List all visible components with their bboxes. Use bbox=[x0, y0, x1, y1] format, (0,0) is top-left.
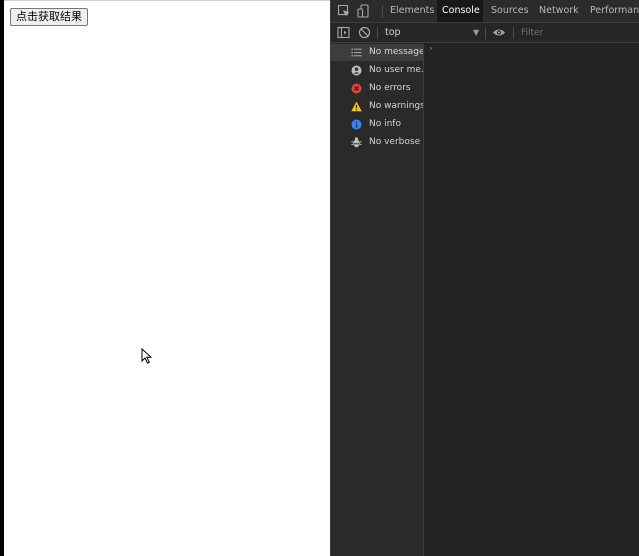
info-icon bbox=[351, 119, 362, 130]
clear-console-icon[interactable] bbox=[358, 26, 371, 39]
console-sidebar: No messages No user me... No errors No bbox=[331, 43, 424, 556]
sidebar-item-label: No messages bbox=[369, 47, 423, 57]
warning-icon bbox=[351, 101, 362, 112]
error-icon bbox=[351, 83, 362, 94]
sidebar-item-errors[interactable]: No errors bbox=[331, 80, 423, 97]
tab-console[interactable]: Console bbox=[437, 0, 483, 22]
tab-performance[interactable]: Performance bbox=[585, 0, 639, 22]
sidebar-item-label: No info bbox=[369, 119, 401, 129]
tab-elements[interactable]: Elements bbox=[385, 0, 439, 22]
eye-icon[interactable] bbox=[492, 26, 506, 39]
list-icon bbox=[351, 48, 362, 57]
mouse-cursor-icon bbox=[141, 348, 153, 364]
sidebar-item-messages[interactable]: No messages bbox=[331, 44, 423, 61]
sidebar-item-label: No user me... bbox=[369, 65, 423, 75]
tab-network[interactable]: Network bbox=[534, 0, 584, 22]
toolbar-divider bbox=[513, 27, 514, 39]
inspect-element-icon[interactable] bbox=[337, 4, 351, 18]
tabbar-divider bbox=[382, 5, 383, 18]
sidebar-item-label: No warnings bbox=[369, 101, 423, 111]
chevron-down-icon[interactable]: ▼ bbox=[473, 23, 479, 42]
console-toolbar: top ▼ bbox=[331, 23, 639, 43]
sidebar-item-user-messages[interactable]: No user me... bbox=[331, 62, 423, 79]
sidebar-item-label: No verbose bbox=[369, 137, 421, 147]
console-output[interactable]: › bbox=[424, 43, 639, 556]
sidebar-item-label: No errors bbox=[369, 83, 411, 93]
sidebar-item-info[interactable]: No info bbox=[331, 116, 423, 133]
sidebar-item-verbose[interactable]: No verbose bbox=[331, 134, 423, 151]
filter-input[interactable] bbox=[517, 25, 639, 40]
console-prompt-icon: › bbox=[429, 44, 433, 54]
toolbar-divider bbox=[485, 27, 486, 39]
devtools-tabbar: Elements Console Sources Network Perform… bbox=[331, 0, 639, 23]
bug-icon bbox=[351, 137, 362, 148]
get-result-button[interactable]: 点击获取结果 bbox=[10, 8, 88, 26]
sidebar-item-warnings[interactable]: No warnings bbox=[331, 98, 423, 115]
sidebar-toggle-icon[interactable] bbox=[337, 26, 350, 39]
toolbar-divider bbox=[377, 27, 378, 39]
device-toolbar-icon[interactable] bbox=[357, 4, 371, 18]
context-selector[interactable]: top bbox=[385, 23, 401, 42]
devtools-panel: Elements Console Sources Network Perform… bbox=[330, 0, 639, 556]
tab-sources[interactable]: Sources bbox=[486, 0, 534, 22]
page-viewport: 点击获取结果 bbox=[4, 0, 330, 556]
user-icon bbox=[351, 65, 362, 76]
